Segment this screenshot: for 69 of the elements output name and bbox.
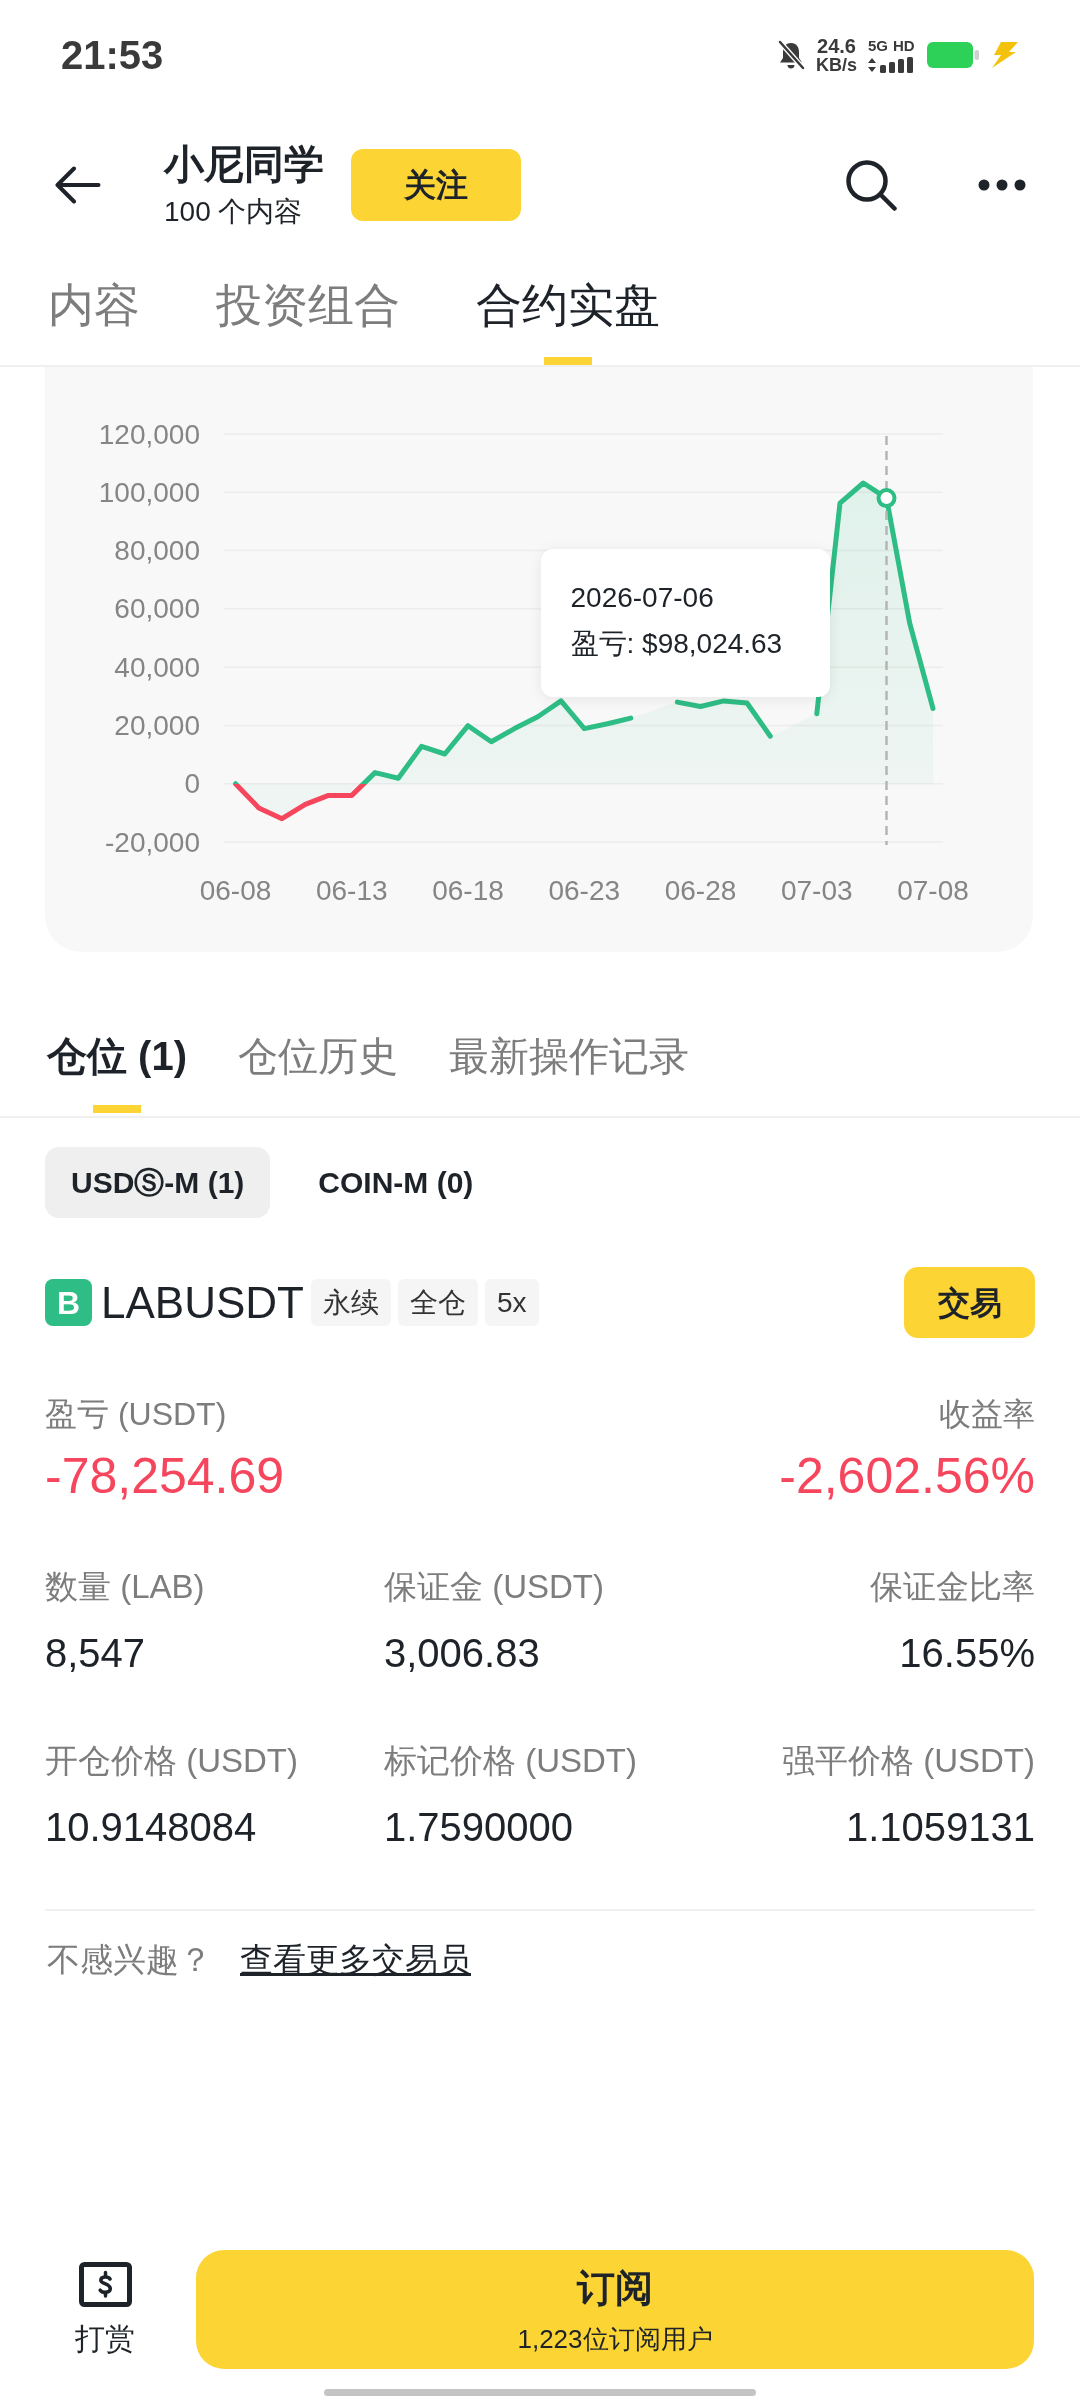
stat-label: 强平价格 (USDT) — [782, 1741, 1035, 1781]
x-axis-label: 07-08 — [897, 874, 969, 906]
position-tab[interactable]: 最新操作记录 — [449, 1032, 689, 1113]
more-icon — [978, 179, 1026, 191]
position-tab[interactable]: 仓位历史 — [238, 1032, 398, 1113]
profile-tab[interactable]: 合约实盘 — [476, 277, 660, 365]
back-button[interactable] — [55, 166, 101, 204]
position-tag: 全仓 — [397, 1279, 478, 1326]
tooltip-line: 2026-07-06 — [570, 581, 715, 615]
back-arrow-icon — [55, 166, 101, 204]
x-axis-label: 06-28 — [664, 874, 737, 906]
stat-value: 16.55% — [899, 1630, 1035, 1677]
stat-value: 3,006.83 — [384, 1630, 540, 1677]
stat-label: 盈亏 (USDT) — [45, 1395, 227, 1434]
more-traders-link[interactable]: 查看更多交易员 — [240, 1940, 471, 1980]
stat-value: 1.1059131 — [845, 1804, 1035, 1851]
battery-icon — [927, 42, 979, 68]
x-axis-label: 06-08 — [199, 874, 272, 906]
network-speed: 24.6 — [817, 35, 856, 56]
y-axis-label: 40,000 — [114, 651, 200, 683]
search-icon — [845, 159, 897, 211]
stat-value: 1.7590000 — [384, 1804, 574, 1851]
stat-value: 10.9148084 — [45, 1804, 257, 1851]
y-axis-label: 0 — [184, 768, 200, 800]
x-axis-label: 06-13 — [315, 874, 388, 906]
content-count: 100 个内容 — [164, 195, 304, 229]
more-button[interactable] — [978, 179, 1026, 191]
y-axis-label: 20,000 — [114, 709, 200, 741]
status-time: 21:53 — [61, 32, 164, 79]
stat-label: 保证金比率 — [870, 1567, 1035, 1607]
network-type: 5G — [868, 37, 888, 54]
x-axis-label: 06-18 — [432, 874, 504, 906]
data-point-marker — [876, 488, 897, 509]
trade-button[interactable]: 交易 — [904, 1267, 1035, 1338]
profile-tab[interactable]: 内容 — [48, 277, 140, 365]
stat-label: 开仓价格 (USDT) — [45, 1741, 298, 1781]
tip-button[interactable]: 打赏 — [45, 2262, 165, 2357]
profile-tab[interactable]: 投资组合 — [216, 277, 400, 365]
y-axis-label: 100,000 — [98, 476, 200, 508]
lightning-icon — [990, 42, 1018, 68]
stat-value: -2,602.56% — [779, 1447, 1035, 1506]
footer-prompt: 不感兴趣？ — [47, 1940, 212, 1980]
y-axis-label: -20,000 — [105, 826, 200, 858]
hd-indicator: HD — [893, 37, 915, 54]
search-button[interactable] — [845, 159, 897, 211]
position-tab[interactable]: 仓位 (1) — [47, 1032, 187, 1113]
muted-bell-icon — [777, 40, 805, 70]
subscribe-button[interactable]: 订阅 1,223位订阅用户 — [196, 2250, 1034, 2369]
stat-label: 数量 (LAB) — [45, 1567, 205, 1607]
stat-value: -78,254.69 — [45, 1447, 285, 1506]
follow-button[interactable]: 关注 — [351, 149, 521, 221]
position-tag: 永续 — [310, 1279, 391, 1326]
symbol-name: LABUSDT — [101, 1276, 304, 1329]
x-axis-label: 07-03 — [780, 874, 853, 906]
stat-label: 标记价格 (USDT) — [384, 1741, 637, 1781]
tooltip-line: 盈亏: $98,024.63 — [570, 627, 784, 661]
stat-label: 保证金 (USDT) — [384, 1567, 604, 1607]
exchange-badge: B — [45, 1279, 92, 1326]
x-axis-label: 06-23 — [548, 874, 621, 906]
network-speed-unit: KB/s — [816, 55, 857, 75]
stat-label: 收益率 — [939, 1395, 1035, 1434]
y-axis-label: 60,000 — [114, 593, 200, 625]
profile-name: 小尼同学 — [164, 141, 324, 187]
stat-value: 8,547 — [45, 1630, 146, 1677]
position-tag: 5x — [484, 1279, 539, 1326]
y-axis-label: 80,000 — [114, 535, 200, 567]
y-axis-label: 120,000 — [98, 418, 200, 450]
margin-type-tab[interactable]: USDⓈ-M (1) — [45, 1147, 271, 1218]
dollar-bill-icon — [78, 2262, 132, 2307]
